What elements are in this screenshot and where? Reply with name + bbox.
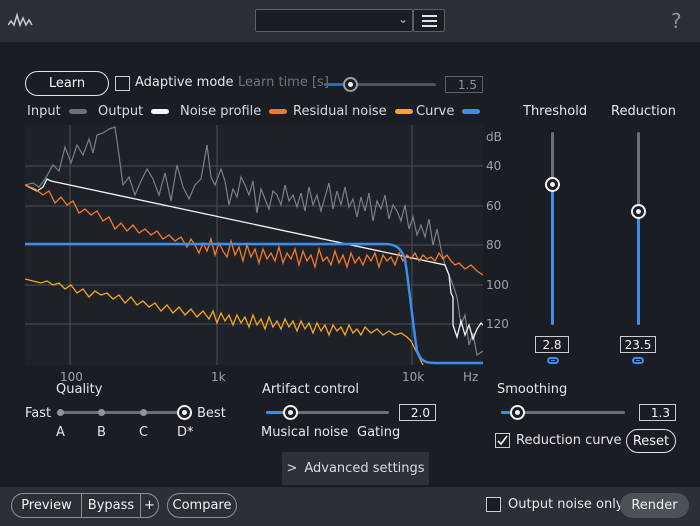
- quality-option-d[interactable]: D*: [177, 425, 194, 440]
- quality-option-c[interactable]: C: [139, 425, 148, 440]
- legend-swatch: [151, 109, 170, 114]
- quality-best-label: Best: [197, 406, 226, 421]
- artifact-control-label: Artifact control: [262, 382, 359, 397]
- render-button[interactable]: Render: [620, 493, 689, 518]
- y-tick: 40: [486, 159, 502, 173]
- adaptive-mode-label: Adaptive mode: [135, 75, 234, 90]
- quality-step-a[interactable]: [57, 409, 64, 416]
- quality-fast-label: Fast: [25, 406, 52, 421]
- artifact-value[interactable]: 2.0: [399, 404, 436, 421]
- quality-slider-track[interactable]: [61, 411, 185, 414]
- learn-button[interactable]: Learn: [25, 71, 109, 96]
- legend-residual-noise[interactable]: Residual noise: [293, 104, 413, 119]
- reduction-slider-knob[interactable]: [631, 204, 646, 219]
- threshold-value[interactable]: 2.8: [535, 336, 569, 353]
- spectrum-graph[interactable]: [25, 125, 483, 365]
- legend-noise-profile[interactable]: Noise profile: [180, 104, 288, 119]
- link-icon[interactable]: [632, 357, 644, 364]
- preset-dropdown[interactable]: ⌄: [255, 9, 413, 32]
- threshold-slider-knob[interactable]: [545, 177, 560, 192]
- advanced-settings-label: Advanced settings: [304, 461, 425, 476]
- learn-time-label: Learn time [s]: [238, 75, 329, 90]
- output-noise-only-label: Output noise only: [508, 497, 624, 512]
- reset-button[interactable]: Reset: [626, 429, 676, 453]
- learn-time-value[interactable]: 1.5: [445, 76, 483, 93]
- legend-output[interactable]: Output: [98, 104, 170, 119]
- help-icon[interactable]: ?: [671, 9, 682, 33]
- y-axis-unit: dB: [486, 130, 502, 144]
- legend-swatch: [462, 109, 481, 114]
- gating-label: Gating: [357, 425, 401, 440]
- quality-option-a[interactable]: A: [56, 425, 65, 440]
- advanced-settings-button[interactable]: > Advanced settings: [282, 452, 429, 485]
- learn-time-slider-knob[interactable]: [343, 77, 358, 92]
- reduction-curve-checkbox[interactable]: [495, 433, 510, 448]
- adaptive-mode-checkbox[interactable]: [115, 76, 130, 91]
- reduction-value[interactable]: 23.5: [620, 336, 656, 353]
- y-tick: 100: [486, 278, 509, 292]
- legend-input[interactable]: Input: [27, 104, 87, 119]
- quality-slider-knob[interactable]: [177, 405, 192, 420]
- quality-step-b[interactable]: [98, 409, 105, 416]
- link-icon[interactable]: [547, 357, 559, 364]
- output-noise-only-checkbox[interactable]: [486, 497, 501, 512]
- artifact-slider-knob[interactable]: [283, 405, 298, 420]
- smoothing-slider-knob[interactable]: [510, 405, 525, 420]
- x-axis-unit: Hz: [463, 370, 479, 384]
- reduction-slider-fill: [637, 212, 640, 325]
- legend-swatch: [269, 109, 288, 114]
- smoothing-label: Smoothing: [497, 382, 568, 397]
- chevron-right-icon: >: [286, 461, 298, 476]
- reduction-label: Reduction: [611, 104, 676, 119]
- threshold-label: Threshold: [523, 104, 588, 119]
- preview-button[interactable]: Preview: [11, 493, 82, 518]
- quality-step-c[interactable]: [140, 409, 147, 416]
- checkmark-icon: [497, 435, 508, 446]
- legend-swatch: [394, 109, 413, 114]
- quality-label: Quality: [56, 382, 103, 397]
- musical-noise-label: Musical noise: [261, 425, 349, 440]
- x-tick: 10k: [402, 370, 425, 384]
- reduction-curve-label: Reduction curve: [516, 433, 622, 448]
- y-tick: 80: [486, 238, 502, 252]
- smoothing-value[interactable]: 1.3: [639, 404, 676, 421]
- quality-option-b[interactable]: B: [97, 425, 106, 440]
- y-tick: 60: [486, 199, 502, 213]
- y-tick: 120: [486, 317, 509, 331]
- compare-button[interactable]: Compare: [167, 493, 237, 518]
- threshold-slider-fill: [551, 184, 554, 325]
- legend-curve[interactable]: Curve: [416, 104, 481, 119]
- hamburger-menu-icon[interactable]: [413, 9, 445, 32]
- bypass-button[interactable]: Bypass: [81, 493, 141, 518]
- waveform-logo-icon: [8, 12, 33, 28]
- chevron-down-icon: ⌄: [397, 12, 408, 26]
- legend-swatch: [68, 109, 87, 114]
- x-tick: 1k: [211, 370, 226, 384]
